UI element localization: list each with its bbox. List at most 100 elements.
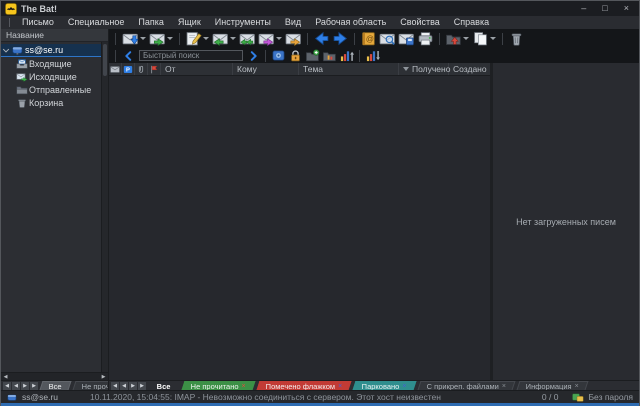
menubar-grip[interactable] [9,18,10,27]
column-header-Кому[interactable]: Кому [233,63,299,75]
list-nav-first-button[interactable]: ◀ [111,382,119,390]
forward-nav-button[interactable] [331,29,350,48]
sidebar-tab-Не прочитано[interactable]: Не прочитано× [72,381,108,390]
column-header-От[interactable]: От [161,63,233,75]
sort-button[interactable] [338,48,355,63]
password-label[interactable]: Без пароля [588,392,633,402]
column-header-Создано[interactable]: Создано [449,63,490,75]
toolbar-grip[interactable] [115,33,117,45]
tree-folder-Исходящие[interactable]: Исходящие [1,70,101,83]
close-icon[interactable]: × [338,383,342,390]
toolbar-grip[interactable] [115,50,117,62]
list-tab-Все[interactable]: Все [148,381,181,390]
lock-button[interactable] [287,48,304,63]
folder-maintenance-button[interactable] [321,48,338,63]
move-to-folder-button[interactable] [444,29,471,48]
menu-item-Рабочая область[interactable]: Рабочая область [308,16,393,29]
list-nav-prev-button[interactable]: ◀ [120,382,128,390]
menu-item-Инструменты[interactable]: Инструменты [208,16,278,29]
delete-button[interactable] [507,29,526,48]
send-mail-button[interactable] [148,29,175,48]
menu-item-Ящик[interactable]: Ящик [171,16,208,29]
reply-button[interactable] [211,29,238,48]
list-tab-Парковано[interactable]: Парковано× [353,381,417,390]
sidebar-horizontal-scrollbar[interactable]: ◀ ▶ [1,372,108,380]
close-button[interactable]: × [624,1,629,16]
chevron-down-icon[interactable] [140,37,146,40]
list-nav-last-button[interactable]: ▶ [138,382,146,390]
titlebar[interactable]: The Bat! – □ × [1,1,639,16]
scrollbar-thumb[interactable] [103,44,107,76]
window-title: The Bat! [21,4,57,14]
list-tab-Помечено флажком[interactable]: Помечено флажком× [256,381,351,390]
copy-button[interactable] [471,29,498,48]
sidebar-vertical-scrollbar[interactable] [101,42,108,372]
reply-all-button[interactable] [238,29,257,48]
forward-button[interactable] [257,29,284,48]
view-message-button[interactable] [270,48,287,63]
list-nav-next-button[interactable]: ▶ [129,382,137,390]
filter-button[interactable] [364,48,381,63]
menu-item-Справка[interactable]: Справка [447,16,496,29]
tree-folder-Корзина[interactable]: Корзина [1,96,101,109]
menu-item-Вид[interactable]: Вид [278,16,308,29]
search-next-button[interactable] [246,48,261,63]
menu-item-Папка[interactable]: Папка [131,16,171,29]
folder-opt-icon [322,49,337,62]
search-mail-button[interactable] [378,29,397,48]
expander-icon[interactable] [1,47,11,54]
redirect-button[interactable] [284,29,303,48]
minimize-button[interactable]: – [581,1,586,16]
close-icon[interactable]: × [575,383,579,390]
tree-account-row[interactable]: ss@se.ru [1,44,101,57]
sidebar-header[interactable]: Название [1,29,108,42]
attachment-icon[interactable] [135,63,148,75]
chevron-down-icon[interactable] [203,37,209,40]
receive-mail-button[interactable] [121,29,148,48]
close-icon[interactable]: × [241,383,245,390]
flag-icon[interactable] [148,63,161,75]
print-button[interactable] [416,29,435,48]
search-input[interactable] [139,50,243,61]
close-icon[interactable]: × [403,383,407,390]
folder-new-icon [305,49,320,62]
parked-icon[interactable]: P [122,63,135,75]
chevron-down-icon[interactable] [230,37,236,40]
search-prev-button[interactable] [121,48,136,63]
chevron-down-icon[interactable] [167,37,173,40]
status-account[interactable]: ss@se.ru [22,392,58,402]
column-label: От [165,64,176,74]
print-icon [417,31,434,46]
column-header-Получено[interactable]: Получено [399,63,449,75]
address-book-button[interactable]: @ [359,29,378,48]
column-header-Тема[interactable]: Тема [299,63,399,75]
chevron-down-icon[interactable] [463,37,469,40]
sidebar-nav-first-button[interactable]: ◀ [3,382,11,390]
menu-item-Специальное[interactable]: Специальное [61,16,132,29]
chevron-down-icon[interactable] [276,37,282,40]
sidebar-nav-prev-button[interactable]: ◀ [12,382,20,390]
toolbar-separator [502,33,503,45]
tree-folder-Входящие[interactable]: Входящие [1,57,101,70]
sidebar-nav-last-button[interactable]: ▶ [30,382,38,390]
sidebar-tab-Все[interactable]: Все [40,381,72,390]
sidebar-tabbar: ◀◀▶▶ВсеНе прочитано× [1,380,108,390]
list-tab-С прикреп. файлами[interactable]: С прикреп. файлами× [417,381,515,390]
list-tab-Не прочитано[interactable]: Не прочитано× [181,381,255,390]
close-icon[interactable]: × [502,383,506,390]
chevron-down-icon[interactable] [490,37,496,40]
lock-icon [288,49,303,62]
sidebar-nav-next-button[interactable]: ▶ [21,382,29,390]
new-message-button[interactable] [184,29,211,48]
new-folder-button[interactable] [304,48,321,63]
back-button[interactable] [312,29,331,48]
save-mail-button[interactable] [397,29,416,48]
menu-item-Свойства[interactable]: Свойства [393,16,447,29]
maximize-button[interactable]: □ [602,1,607,16]
scroll-track[interactable] [10,373,99,380]
list-tab-Информация[interactable]: Информация× [517,381,589,390]
menu-item-Письмо[interactable]: Письмо [15,16,61,29]
message-list-body[interactable] [109,76,490,380]
tree-folder-Отправленные[interactable]: Отправленные [1,83,101,96]
mail-status-icon[interactable] [109,63,122,75]
